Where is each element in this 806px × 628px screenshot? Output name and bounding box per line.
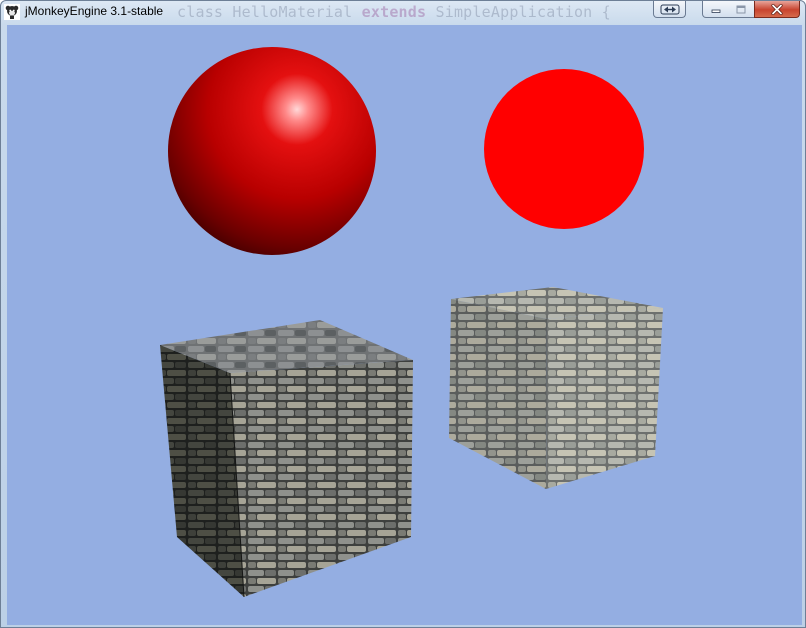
rock-brick-cube-left <box>160 320 413 598</box>
maximize-button[interactable] <box>728 1 755 18</box>
right-cube-left-face <box>449 299 547 489</box>
maximize-icon <box>736 5 746 13</box>
title-bar[interactable]: class HelloMaterial extends SimpleApplic… <box>1 1 805 23</box>
background-code-text: class HelloMaterial extends SimpleApplic… <box>177 3 611 21</box>
left-cube-front-face <box>230 360 413 597</box>
window-title: jMonkeyEngine 3.1-stable <box>25 4 164 18</box>
close-icon <box>771 3 783 15</box>
close-button[interactable] <box>754 1 800 18</box>
rock-brick-cube-right <box>449 287 663 489</box>
render-viewport[interactable] <box>7 25 802 625</box>
switch-window-button[interactable] <box>653 1 686 18</box>
minimize-button[interactable] <box>702 1 729 18</box>
jmonkey-app-icon[interactable] <box>4 4 20 20</box>
switch-icon <box>660 4 679 14</box>
scene-canvas[interactable] <box>7 25 802 625</box>
shiny-red-sphere <box>168 47 376 255</box>
app-window: class HelloMaterial extends SimpleApplic… <box>0 0 806 628</box>
right-cube-front-face <box>546 308 663 489</box>
unshaded-red-sphere <box>484 69 644 229</box>
minimize-icon <box>711 9 720 13</box>
